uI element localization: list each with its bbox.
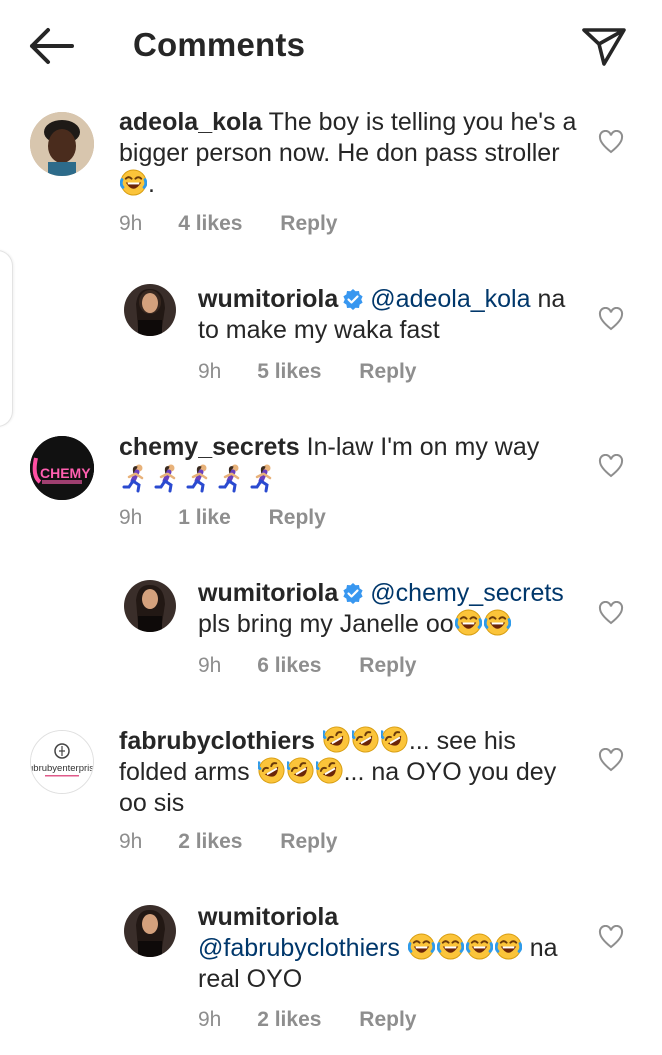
laughing-emoji-icon <box>120 169 147 196</box>
rofl-emoji-icon <box>351 726 379 753</box>
heart-icon[interactable] <box>598 601 624 625</box>
arrow-left-icon <box>30 28 74 64</box>
reply-button[interactable]: Reply <box>280 830 337 854</box>
comment-username[interactable]: wumitoriola <box>198 903 338 931</box>
header-bar: Comments <box>0 0 662 92</box>
laughing-emoji-icon <box>494 933 522 960</box>
heart-icon[interactable] <box>598 925 624 949</box>
mention-link[interactable]: @chemy_secrets <box>370 579 564 607</box>
running-woman-emoji-icon <box>152 463 182 493</box>
rofl-emoji-icon <box>322 726 350 753</box>
comment-time: 9h <box>119 830 143 853</box>
reply-button[interactable]: Reply <box>359 654 416 678</box>
comment-username[interactable]: wumitoriola <box>198 285 338 313</box>
comment-likes[interactable]: 6 likes <box>257 654 321 678</box>
comment-username[interactable]: adeola_kola <box>119 108 262 136</box>
reply-button[interactable]: Reply <box>359 360 416 384</box>
avatar[interactable]: ubrubyenterpris <box>30 730 94 794</box>
laughing-emoji-icon <box>436 933 464 960</box>
rofl-emoji-icon <box>315 757 343 784</box>
comment-time: 9h <box>119 212 143 235</box>
comment-text: oo sis <box>119 789 185 817</box>
avatar[interactable] <box>124 284 176 336</box>
comment-text: folded arms <box>119 758 250 786</box>
running-woman-emoji-icon <box>216 463 246 493</box>
comment-text: pls bring my Janelle oo <box>198 610 454 638</box>
rofl-emoji-icon <box>257 757 285 784</box>
verified-badge-icon <box>343 289 363 310</box>
avatar[interactable] <box>30 112 94 176</box>
running-woman-emoji-icon <box>120 463 150 493</box>
rofl-emoji-icon <box>286 757 314 784</box>
laughing-emoji-icon <box>483 609 511 636</box>
avatar[interactable] <box>124 580 176 632</box>
avatar[interactable] <box>124 905 176 957</box>
comment-text: na <box>529 934 558 962</box>
avatar[interactable]: CHEMY <box>30 436 94 500</box>
comment-likes[interactable]: 1 like <box>178 506 231 530</box>
comment-likes[interactable]: 4 likes <box>178 212 242 236</box>
comment-text: ... see his <box>408 727 516 755</box>
back-button[interactable] <box>26 26 76 66</box>
comment-likes[interactable]: 2 likes <box>178 830 242 854</box>
avatar-logo-text: CHEMY <box>40 465 91 481</box>
running-woman-emoji-icon <box>248 463 278 493</box>
laughing-emoji-icon <box>407 933 435 960</box>
comment-time: 9h <box>198 360 222 383</box>
reply-button[interactable]: Reply <box>359 1008 416 1032</box>
heart-icon[interactable] <box>598 454 624 478</box>
comment-time: 9h <box>119 506 143 529</box>
comment-likes[interactable]: 2 likes <box>257 1008 321 1032</box>
edge-drawer-handle[interactable] <box>0 250 13 427</box>
avatar-logo-text: ubrubyenterpris <box>31 763 93 774</box>
comment-trailing: . <box>148 170 155 198</box>
comment-likes[interactable]: 5 likes <box>257 360 321 384</box>
comment-time: 9h <box>198 1008 222 1031</box>
mention-link[interactable]: @fabrubyclothiers <box>198 934 400 962</box>
running-woman-emoji-icon <box>184 463 214 493</box>
heart-icon[interactable] <box>598 307 624 331</box>
comment-text: ... na OYO you dey <box>343 758 557 786</box>
paper-plane-icon <box>582 28 626 66</box>
comment-text: In-law I'm on my way <box>306 433 540 461</box>
laughing-emoji-icon <box>454 609 482 636</box>
comment-username[interactable]: fabrubyclothiers <box>119 727 315 755</box>
laughing-emoji-icon <box>465 933 493 960</box>
share-button[interactable] <box>580 24 628 68</box>
verified-badge-icon <box>343 583 363 604</box>
reply-button[interactable]: Reply <box>269 506 326 530</box>
reply-button[interactable]: Reply <box>280 212 337 236</box>
heart-icon[interactable] <box>598 748 624 772</box>
page-title: Comments <box>133 26 306 63</box>
comment-username[interactable]: wumitoriola <box>198 579 338 607</box>
comment-text: real OYO <box>198 965 303 993</box>
heart-icon[interactable] <box>598 130 624 154</box>
comment-username[interactable]: chemy_secrets <box>119 433 300 461</box>
comment-time: 9h <box>198 654 222 677</box>
rofl-emoji-icon <box>380 726 408 753</box>
mention-link[interactable]: @adeola_kola <box>370 285 530 313</box>
